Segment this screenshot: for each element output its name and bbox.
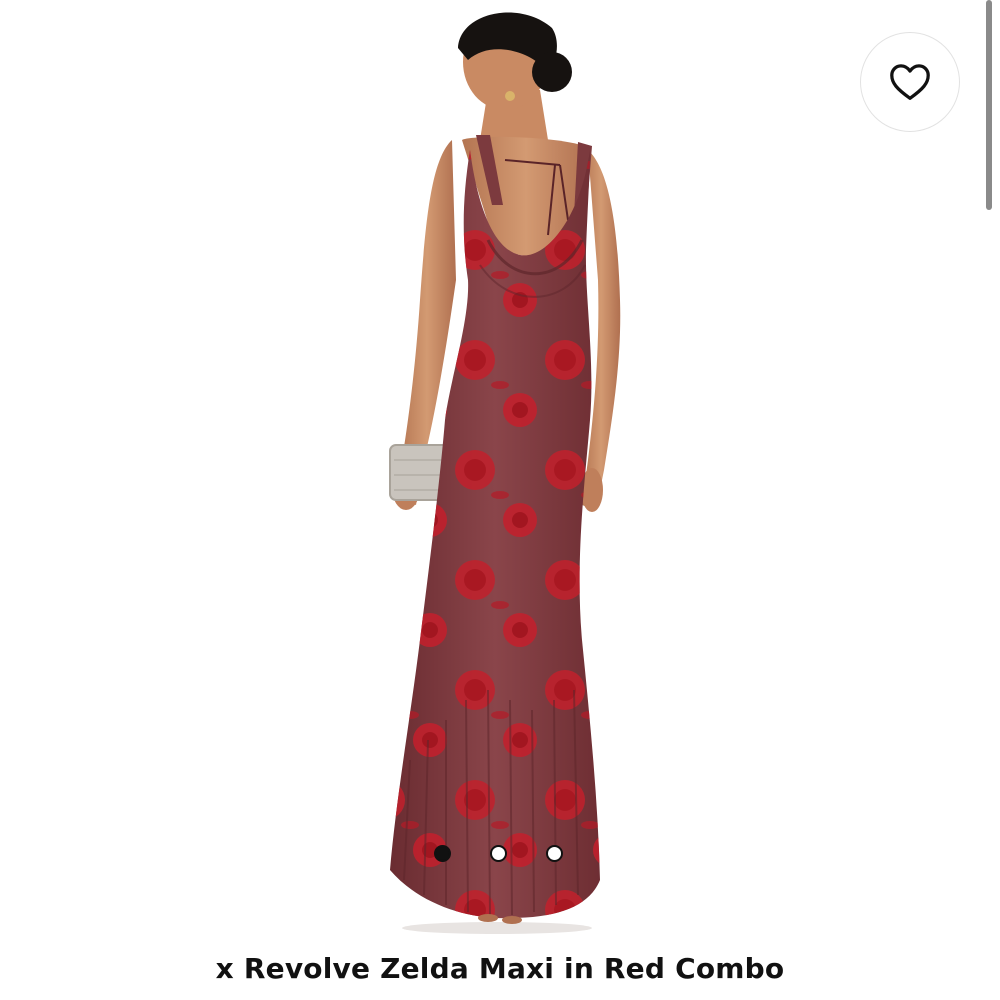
product-image[interactable] (0, 0, 1000, 940)
carousel-dot-1[interactable] (434, 845, 451, 862)
page-scrollbar[interactable] (986, 0, 992, 210)
carousel-indicators (434, 845, 563, 862)
product-title: x Revolve Zelda Maxi in Red Combo (215, 952, 785, 985)
carousel-dot-3[interactable] (546, 845, 563, 862)
carousel-dot-2[interactable] (490, 845, 507, 862)
favorite-button[interactable] (860, 32, 960, 132)
heart-outline-icon (890, 64, 930, 100)
product-screen: x Revolve Zelda Maxi in Red Combo (0, 0, 1000, 1000)
